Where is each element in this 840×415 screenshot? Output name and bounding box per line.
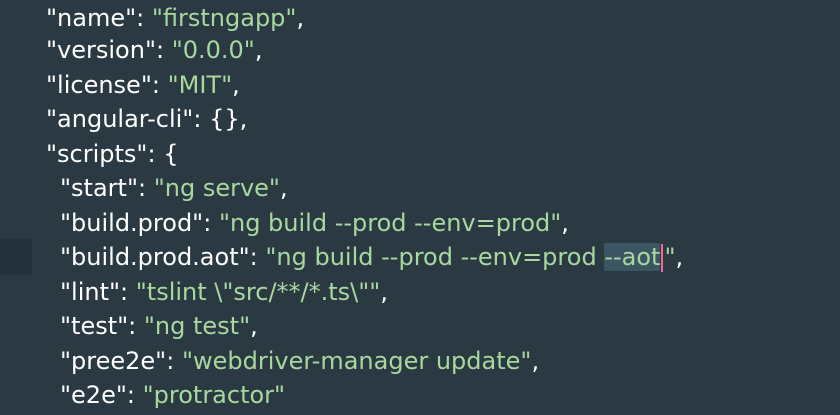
- json-key: "name": [46, 4, 137, 32]
- line-end: ,: [254, 36, 263, 64]
- code-line-test: "test": "ng test",: [60, 308, 258, 344]
- json-key: "start": [60, 174, 138, 202]
- key-separator: :: [120, 278, 136, 306]
- key-separator: :: [151, 71, 168, 99]
- json-key: "pree2e": [60, 347, 167, 375]
- line-end: ,: [380, 278, 388, 306]
- json-value: {}: [209, 105, 240, 133]
- json-value: "webdriver-manager update": [181, 347, 532, 375]
- code-line-version: "version": "0.0.0",: [46, 32, 263, 68]
- key-separator: :: [203, 209, 219, 237]
- code-line-start: "start": "ng serve",: [60, 170, 288, 206]
- json-value: "ng build --prod --env=prod: [265, 243, 605, 271]
- json-key: "e2e": [60, 381, 127, 409]
- json-key: "angular-cli": [46, 105, 194, 133]
- code-line-lint: "lint": "tslint \"src/**/*.ts\"",: [60, 274, 388, 310]
- code-line-build-prod-aot: "build.prod.aot": "ng build --prod --env…: [60, 239, 683, 275]
- json-value: "0.0.0": [171, 36, 255, 64]
- line-end: ,: [531, 347, 540, 375]
- selected-text[interactable]: --aot: [604, 243, 661, 271]
- code-line-pree2e: "pree2e": "webdriver-manager update",: [60, 343, 539, 379]
- json-value-end: ": [664, 243, 676, 271]
- key-separator: :: [155, 36, 172, 64]
- code-editor[interactable]: "name": "firstngapp", "version": "0.0.0"…: [0, 0, 840, 415]
- json-value: "ng test": [143, 312, 251, 340]
- key-separator: :: [193, 105, 210, 133]
- line-end: ,: [232, 71, 240, 99]
- json-key: "scripts": [46, 140, 148, 168]
- json-value: "MIT": [167, 71, 233, 99]
- code-line-name: "name": "firstngapp",: [46, 0, 304, 36]
- json-value: {: [163, 140, 179, 168]
- json-key: "license": [46, 71, 152, 99]
- json-key: "test": [60, 312, 129, 340]
- line-end: ,: [239, 105, 248, 133]
- key-separator: :: [128, 312, 144, 340]
- key-separator: :: [249, 243, 266, 271]
- key-separator: :: [136, 4, 152, 32]
- code-line-license: "license": "MIT",: [46, 67, 240, 103]
- json-value: "tslint \"src/**/*.ts\"": [135, 278, 381, 306]
- key-separator: :: [166, 347, 182, 375]
- json-value: "ng build --prod --env=prod": [218, 209, 562, 237]
- key-separator: :: [137, 174, 154, 202]
- key-separator: :: [147, 140, 164, 168]
- json-value: "protractor": [142, 381, 286, 409]
- key-separator: :: [126, 381, 143, 409]
- code-line-scripts: "scripts": {: [46, 136, 178, 172]
- code-line-angular-cli: "angular-cli": {},: [46, 101, 247, 137]
- current-line-gutter-marker: [0, 239, 32, 275]
- code-line-build-prod: "build.prod": "ng build --prod --env=pro…: [60, 205, 569, 241]
- line-end: ,: [675, 243, 684, 271]
- code-line-e2e: "e2e": "protractor": [60, 377, 285, 413]
- line-end: ,: [296, 4, 305, 32]
- json-key: "lint": [60, 278, 121, 306]
- line-end: ,: [279, 174, 288, 202]
- json-key: "build.prod": [60, 209, 204, 237]
- line-end: ,: [250, 312, 258, 340]
- line-end: ,: [561, 209, 569, 237]
- json-key: "build.prod.aot": [60, 243, 250, 271]
- json-key: "version": [46, 36, 156, 64]
- json-value: "firstngapp": [151, 4, 297, 32]
- json-value: "ng serve": [153, 174, 280, 202]
